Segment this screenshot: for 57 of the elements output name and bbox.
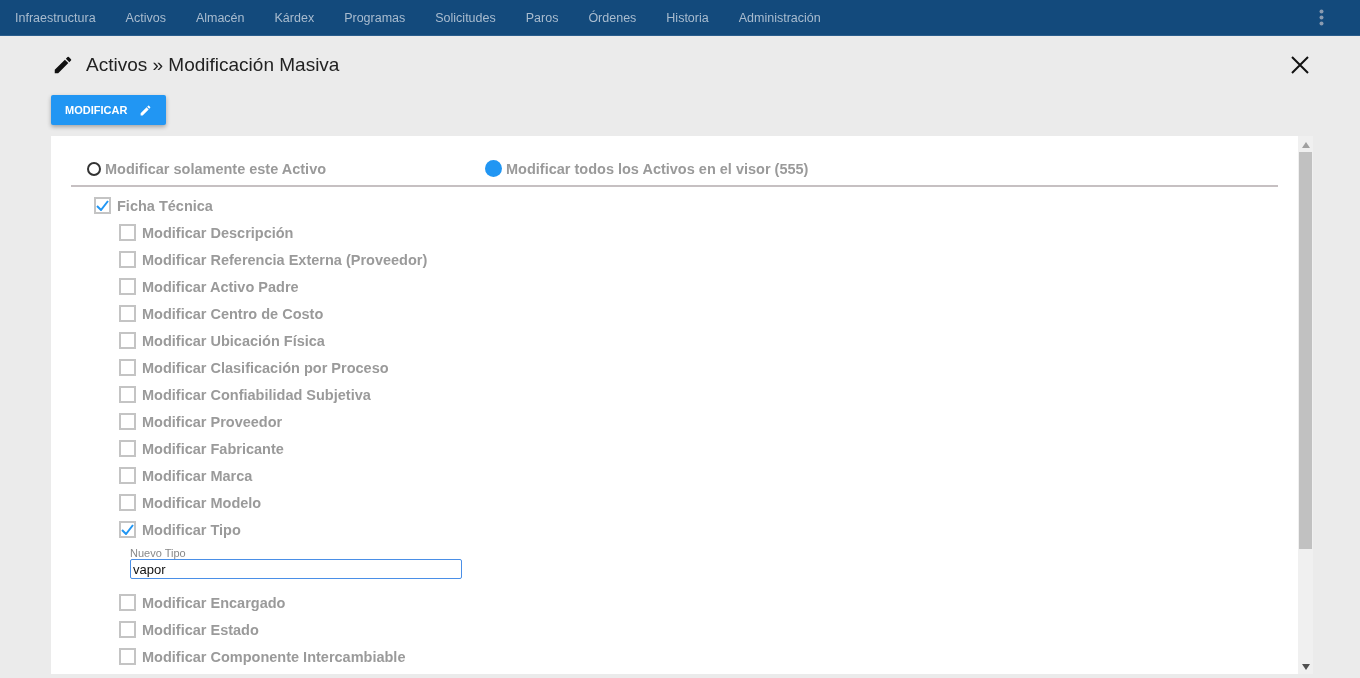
field-label: Nuevo Tipo [130, 547, 187, 559]
checkbox[interactable] [119, 594, 136, 611]
scrollbar[interactable] [1298, 136, 1313, 674]
scroll-up-icon[interactable] [1301, 142, 1310, 148]
nav-link[interactable]: Kárdex [274, 10, 315, 25]
checkbox[interactable] [119, 305, 136, 322]
modify-button[interactable]: MODIFICAR [51, 95, 167, 125]
scroll-down-icon[interactable] [1301, 664, 1310, 670]
checkbox-option[interactable]: Modificar Clasificación por Proceso [71, 354, 1278, 381]
nav-link[interactable]: Activos [125, 10, 166, 25]
nav-link[interactable]: Infraestructura [15, 10, 96, 25]
checkbox-option[interactable]: Modificar Fabricante [71, 435, 1278, 462]
checkbox-option[interactable]: Modificar Encargado [71, 589, 1278, 616]
checkbox-option[interactable]: Ficha Técnica [71, 192, 1278, 219]
checkbox-option[interactable]: Modificar Componente Intercambiable [71, 643, 1278, 670]
input-field[interactable]: vapor [130, 559, 462, 579]
radio-option[interactable]: Modificar todos los Activos en el visor (555) [485, 160, 1278, 177]
checkbox[interactable] [119, 621, 136, 638]
checkbox-option[interactable]: Modificar Ubicación Física [71, 327, 1278, 354]
checkbox-option[interactable]: Modificar Referencia Externa (Proveedor) [71, 246, 1278, 273]
checkbox-option[interactable]: Modificar Estado [71, 616, 1278, 643]
close-button[interactable] [1290, 55, 1310, 75]
checkbox[interactable] [119, 359, 136, 376]
nav-link[interactable]: Órdenes [588, 10, 637, 25]
radio-icon[interactable] [485, 160, 502, 177]
pencil-icon [139, 103, 153, 117]
radio-option[interactable]: Modificar solamente este Activo [87, 160, 485, 177]
checkbox[interactable] [119, 332, 136, 349]
pencil-icon [52, 54, 74, 76]
checkbox[interactable] [119, 386, 136, 403]
checkbox-option[interactable]: Modificar Tipo [71, 516, 1278, 543]
nav-link[interactable]: Solicitudes [435, 10, 496, 25]
checkbox-option[interactable]: Modificar Proveedor [71, 408, 1278, 435]
nav-link[interactable]: Programas [344, 10, 406, 25]
checkbox[interactable] [119, 648, 136, 665]
nav-link[interactable]: Almacén [195, 10, 245, 25]
checkbox-option[interactable]: Modificar Centro de Costo [71, 300, 1278, 327]
checkbox-option[interactable]: Modificar Marca [71, 462, 1278, 489]
radio-icon[interactable] [87, 161, 101, 176]
checkbox-option[interactable]: Modificar Descripción [71, 219, 1278, 246]
checkbox[interactable] [119, 278, 136, 295]
checkbox-option[interactable]: Modificar Activo Padre [71, 273, 1278, 300]
checkbox[interactable] [119, 440, 136, 457]
checkbox[interactable] [119, 494, 136, 511]
nav-link[interactable]: Administración [738, 10, 821, 25]
page-title: Activos » Modificación Masiva [86, 54, 340, 76]
checkbox-option[interactable]: Modificar Confiabilidad Subjetiva [71, 381, 1278, 408]
checkbox[interactable] [119, 413, 136, 430]
nav-link[interactable]: Paros [525, 10, 559, 25]
checkbox[interactable] [94, 197, 111, 214]
more-icon[interactable] [1319, 9, 1324, 26]
checkbox[interactable] [119, 224, 136, 241]
checkbox[interactable] [119, 467, 136, 484]
checkbox-option[interactable]: Modificar Modelo [71, 489, 1278, 516]
nav-link[interactable]: Historia [666, 10, 709, 25]
checkbox[interactable] [119, 251, 136, 268]
checkbox[interactable] [119, 521, 136, 538]
